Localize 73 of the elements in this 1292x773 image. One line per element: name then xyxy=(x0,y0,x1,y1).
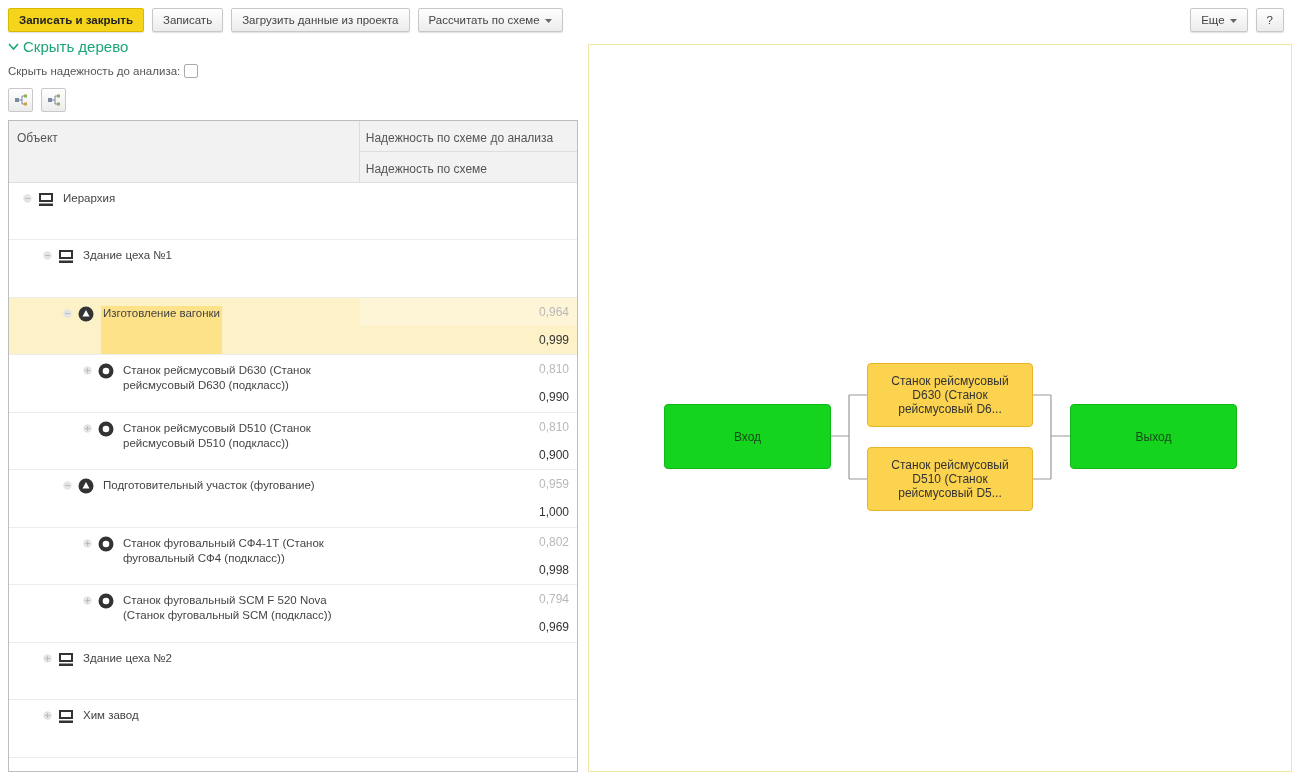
tree-icon xyxy=(13,93,28,106)
reliability-value: 0,900 xyxy=(537,446,570,464)
tree-row[interactable]: Хим завод xyxy=(9,700,577,758)
tree-item-label: Хим завод xyxy=(82,708,140,724)
reliability-before-value: 0,959 xyxy=(537,476,570,494)
reliability-value: 0,998 xyxy=(537,561,570,579)
expand-icon[interactable] xyxy=(83,538,92,548)
reliability-before-value: 0,964 xyxy=(359,297,577,326)
tree-row[interactable]: Здание цеха №1 xyxy=(9,240,577,298)
tree-item-label: Иерархия xyxy=(62,190,117,206)
caret-icon xyxy=(1229,18,1237,23)
tree-icon xyxy=(46,93,61,106)
ring-icon xyxy=(98,420,114,437)
tree-row[interactable]: Здание цеха №2 xyxy=(9,642,577,701)
triangle-circle-icon xyxy=(78,305,94,322)
column-header[interactable]: Надежность по схеме до анализа xyxy=(359,120,577,152)
save-close-button[interactable]: Записать и закрыть xyxy=(8,8,144,32)
expand-icon[interactable] xyxy=(83,596,92,606)
tree-item-label: Здание цеха №2 xyxy=(82,650,173,666)
tree-item-label: Станок фуговальный SCM F 520 Nova (Станок фуговальный SCM (подкласс)) xyxy=(122,593,333,624)
expand-icon[interactable] xyxy=(83,366,92,376)
column-header[interactable]: Объект xyxy=(9,120,360,182)
monitor-icon xyxy=(58,248,74,265)
tree-row[interactable]: Изготовление вагонки 0,964 0,999 xyxy=(9,297,577,356)
monitor-icon xyxy=(58,708,74,725)
column-header[interactable]: Надежность по схеме xyxy=(359,151,577,183)
dropdown-button[interactable]: Еще xyxy=(1190,8,1248,32)
tree-item-label: Здание цеха №1 xyxy=(82,248,173,264)
collapse-icon[interactable] xyxy=(23,193,32,203)
tree-item-label: Станок фуговальный СФ4-1Т (Станок фуговальный СФ4 (подкласс)) xyxy=(122,535,325,566)
toolbar-button[interactable]: Загрузить данные из проекта xyxy=(231,8,410,32)
reliability-before-value: 0,802 xyxy=(537,533,570,551)
expand-icon[interactable] xyxy=(43,711,52,721)
element-node[interactable]: Станок рейсмусовый D630 (Станок рейсмусовый D6... xyxy=(867,363,1033,427)
reliability-before-value: 0,794 xyxy=(537,591,570,609)
tree-row[interactable]: Подготовительный участок (фугование) 0,959 1,000 xyxy=(9,470,577,528)
reliability-before-value: 0,810 xyxy=(537,418,570,436)
option-label: Скрыть надежность до анализа: xyxy=(8,63,181,79)
terminal-node[interactable]: Вход xyxy=(664,404,831,469)
tree-item-label: Изготовление вагонки xyxy=(101,305,222,354)
reliability-before-value: 0,810 xyxy=(537,361,570,379)
tree-row[interactable]: Станок фуговальный SCM F 520 Nova (Станок фуговальный SCM (подкласс)) 0,794 0,969 xyxy=(9,585,577,643)
tree-row[interactable]: Станок рейсмусовый D630 (Станок рейсмусовый D630 (подкласс)) 0,810 0,990 xyxy=(9,355,577,413)
dropdown-button[interactable]: Рассчитать по схеме xyxy=(417,8,563,32)
reliability-value: 0,999 xyxy=(537,331,570,349)
ring-icon xyxy=(98,363,114,380)
tree-item-label: Станок рейсмусовый D510 (Станок рейсмусовый D510 (подкласс)) xyxy=(122,420,312,451)
checkbox[interactable] xyxy=(184,64,199,79)
tree-row[interactable]: Иерархия xyxy=(9,182,577,241)
tree-item-label: Станок рейсмусовый D630 (Станок рейсмусовый D630 (подкласс)) xyxy=(122,363,312,394)
tree-row[interactable]: Станок рейсмусовый D510 (Станок рейсмусовый D510 (подкласс)) 0,810 0,900 xyxy=(9,412,577,471)
collapse-icon[interactable] xyxy=(63,308,72,318)
terminal-node[interactable]: Выход xyxy=(1070,404,1237,469)
caret-icon xyxy=(544,18,552,23)
monitor-icon xyxy=(58,650,74,667)
ring-icon xyxy=(98,593,114,610)
toolbar-button[interactable] xyxy=(8,87,33,112)
tree-item-label: Подготовительный участок (фугование) xyxy=(102,478,316,494)
monitor-icon xyxy=(38,190,54,207)
collapse-icon[interactable] xyxy=(43,251,52,261)
triangle-circle-icon xyxy=(78,478,94,495)
toolbar-button[interactable]: ? xyxy=(1255,8,1284,32)
tree-row[interactable]: Станок фуговальный СФ4-1Т (Станок фуговальный СФ4 (подкласс)) 0,802 0,998 xyxy=(9,527,577,586)
expand-icon[interactable] xyxy=(83,423,92,433)
ring-icon xyxy=(98,535,114,552)
collapse-icon[interactable] xyxy=(63,481,72,491)
reliability-value: 1,000 xyxy=(537,504,570,522)
expand-icon[interactable] xyxy=(43,653,52,663)
element-node[interactable]: Станок рейсмусовый D510 (Станок рейсмусовый D5... xyxy=(867,447,1033,511)
toolbar-button[interactable]: Записать xyxy=(152,8,224,32)
reliability-value: 0,969 xyxy=(537,619,570,637)
reliability-value: 0,990 xyxy=(537,389,570,407)
toolbar-button[interactable] xyxy=(41,87,66,112)
